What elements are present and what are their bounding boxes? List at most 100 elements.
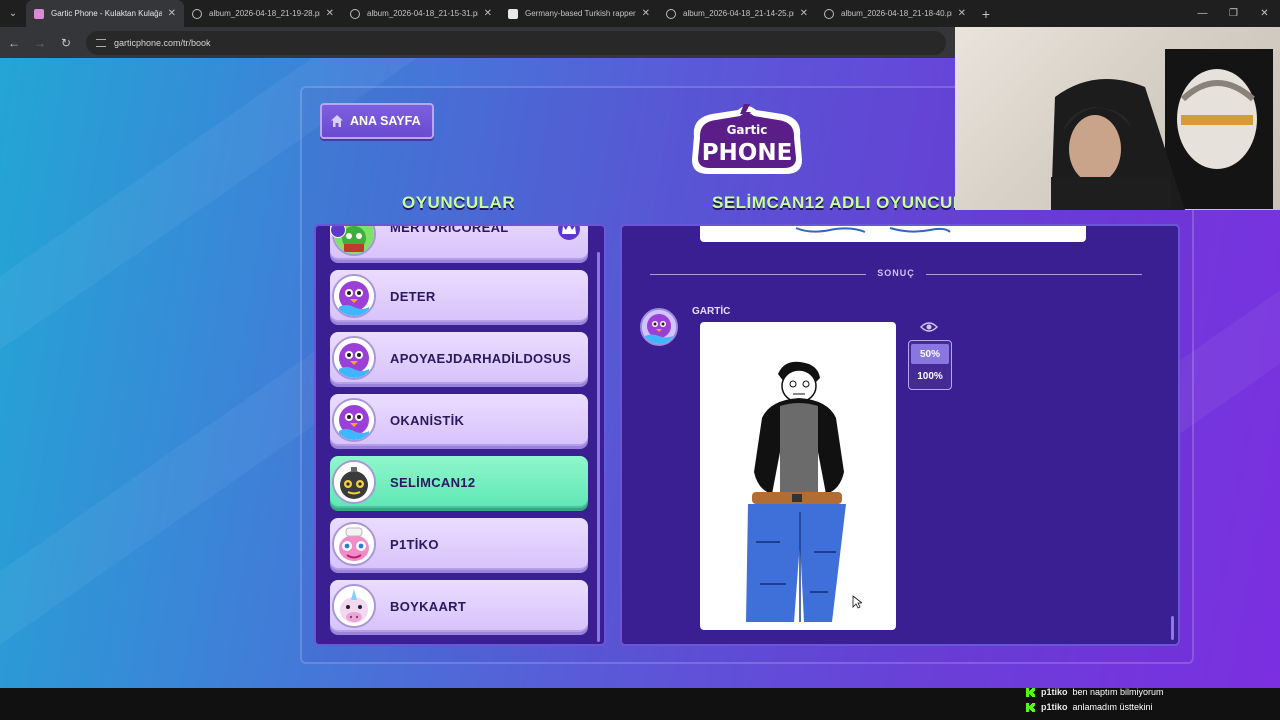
browser-tab-album-4[interactable]: album_2026-04-18_21-18-40.png ✕: [816, 0, 974, 27]
globe-icon: [350, 8, 360, 19]
bird-avatar-icon: [642, 310, 676, 344]
site-favicon-icon: [508, 8, 518, 19]
bird-avatar-icon: [334, 400, 374, 440]
zoom-option-50[interactable]: 50%: [911, 344, 949, 364]
tab-close-icon[interactable]: ✕: [958, 8, 966, 19]
tab-title: Gartic Phone - Kulaktan Kulağa: [51, 9, 162, 18]
player-card-okanistik[interactable]: OKANİSTİK: [330, 394, 588, 446]
webcam-image: [1051, 49, 1273, 210]
chat-username: p1tiko: [1041, 702, 1068, 712]
site-settings-icon[interactable]: [96, 38, 106, 47]
player-avatar: [332, 584, 376, 628]
browser-tab-gartic[interactable]: Gartic Phone - Kulaktan Kulağa ✕: [26, 0, 184, 27]
player-name: MERTORICOREAL: [390, 224, 509, 235]
divider-line: [926, 274, 1142, 275]
player-name: APOYAEJDARHADİLDOSUS: [390, 351, 572, 366]
chat-username: p1tiko: [1041, 687, 1068, 697]
globe-icon: [666, 8, 676, 19]
browser-tab-bar: ⌄ Gartic Phone - Kulaktan Kulağa ✕ album…: [0, 0, 1280, 27]
window-controls: — ❐ ✕: [1187, 0, 1280, 27]
chat-message: p1tiko ben naptım bilmiyorum: [1026, 687, 1164, 697]
divider-line: [650, 274, 866, 275]
player-avatar: [332, 274, 376, 318]
webcam-overlay: [955, 27, 1280, 210]
album-scrollbar[interactable]: [1171, 616, 1174, 640]
browser-tab-album-1[interactable]: album_2026-04-18_21-19-28.png ✕: [184, 0, 342, 27]
url-text: garticphone.com/tr/book: [114, 37, 211, 48]
player-name: SELİMCAN12: [390, 475, 476, 490]
players-scrollbar[interactable]: [597, 252, 600, 642]
close-window-icon[interactable]: ✕: [1249, 0, 1280, 27]
home-button[interactable]: ANA SAYFA: [320, 103, 434, 139]
gartic-phone-logo: Gartic PHONE: [692, 104, 802, 174]
album-panel[interactable]: SONUÇ GARTİC 50% 100%: [620, 224, 1180, 646]
browser-tab-rapper[interactable]: Germany-based Turkish rapper ✕: [500, 0, 658, 27]
restore-icon[interactable]: ❐: [1218, 0, 1249, 27]
tab-close-icon[interactable]: ✕: [484, 8, 492, 19]
browser-tab-album-2[interactable]: album_2026-04-18_21-15-31.png ✕: [342, 0, 500, 27]
author-avatar: [640, 308, 678, 346]
kick-logo-icon: [1026, 687, 1035, 697]
tab-title: album_2026-04-18_21-15-31.png: [367, 9, 478, 18]
player-card-p1tiko[interactable]: P1TİKO: [330, 518, 588, 570]
player-avatar: [332, 398, 376, 442]
player-card-selimcan12[interactable]: SELİMCAN12: [330, 456, 588, 508]
home-icon: [331, 115, 343, 127]
bird-avatar-icon: [334, 338, 374, 378]
tab-search-chevron-icon[interactable]: ⌄: [0, 0, 26, 27]
forward-arrow-icon[interactable]: →: [28, 31, 52, 55]
tab-title: album_2026-04-18_21-19-28.png: [209, 9, 320, 18]
clown-avatar-icon: [334, 524, 374, 564]
chat-text: anlamadım üsttekini: [1072, 702, 1153, 712]
player-name: OKANİSTİK: [390, 413, 465, 428]
eye-icon[interactable]: [920, 320, 938, 334]
logo-top-text: Gartic: [727, 123, 768, 137]
globe-icon: [192, 8, 202, 19]
bomb-avatar-icon: [334, 462, 374, 502]
unicorn-avatar-icon: [334, 586, 374, 626]
player-avatar: [332, 460, 376, 504]
player-name: P1TİKO: [390, 537, 439, 552]
new-tab-button[interactable]: +: [974, 6, 998, 22]
logo-bottom-text: PHONE: [702, 140, 793, 166]
players-title: OYUNCULAR: [402, 193, 516, 212]
drawing-image: [746, 361, 846, 622]
url-input[interactable]: garticphone.com/tr/book: [86, 30, 946, 55]
player-card-deter[interactable]: DETER: [330, 270, 588, 322]
players-list[interactable]: MERTORICOREAL DETER APOYAEJDARHADİLDOSUS…: [314, 224, 606, 646]
result-drawing: [700, 322, 896, 630]
player-name: DETER: [390, 289, 436, 304]
home-button-label: ANA SAYFA: [350, 114, 421, 128]
player-name: BOYKAART: [390, 599, 467, 614]
zoom-option-100[interactable]: 100%: [911, 366, 949, 386]
browser-tab-album-3[interactable]: album_2026-04-18_21-14-25.png ✕: [658, 0, 816, 27]
gartic-favicon-icon: [34, 8, 44, 19]
author-name: GARTİC: [692, 306, 731, 317]
reload-icon[interactable]: ↻: [54, 31, 78, 55]
tab-title: album_2026-04-18_21-18-40.png: [841, 9, 952, 18]
tab-close-icon[interactable]: ✕: [326, 8, 334, 19]
tab-close-icon[interactable]: ✕: [168, 8, 176, 19]
bird-avatar-icon: [334, 276, 374, 316]
minimize-icon[interactable]: —: [1187, 0, 1218, 27]
kick-logo-icon: [1026, 702, 1035, 712]
chat-message: p1tiko anlamadım üsttekini: [1026, 702, 1153, 712]
mouse-cursor-icon: [852, 595, 862, 609]
player-avatar: [332, 336, 376, 380]
tab-close-icon[interactable]: ✕: [642, 8, 650, 19]
back-arrow-icon[interactable]: ←: [2, 31, 26, 55]
globe-icon: [824, 8, 834, 19]
crown-icon: [558, 226, 580, 240]
chat-text: ben naptım bilmiyorum: [1072, 687, 1164, 697]
tab-close-icon[interactable]: ✕: [800, 8, 808, 19]
previous-drawing-card: [700, 226, 1086, 242]
player-avatar: [332, 522, 376, 566]
player-card-mertoricoreal[interactable]: MERTORICOREAL: [330, 224, 588, 260]
tab-title: Germany-based Turkish rapper: [525, 9, 636, 18]
zoom-selector[interactable]: 50% 100%: [908, 340, 952, 390]
tab-title: album_2026-04-18_21-14-25.png: [683, 9, 794, 18]
result-label: SONUÇ: [877, 268, 915, 278]
previous-drawing-image: [795, 227, 951, 233]
player-card-boykaart[interactable]: BOYKAART: [330, 580, 588, 632]
player-card-apoyaejdarhadildosus[interactable]: APOYAEJDARHADİLDOSUS: [330, 332, 588, 384]
